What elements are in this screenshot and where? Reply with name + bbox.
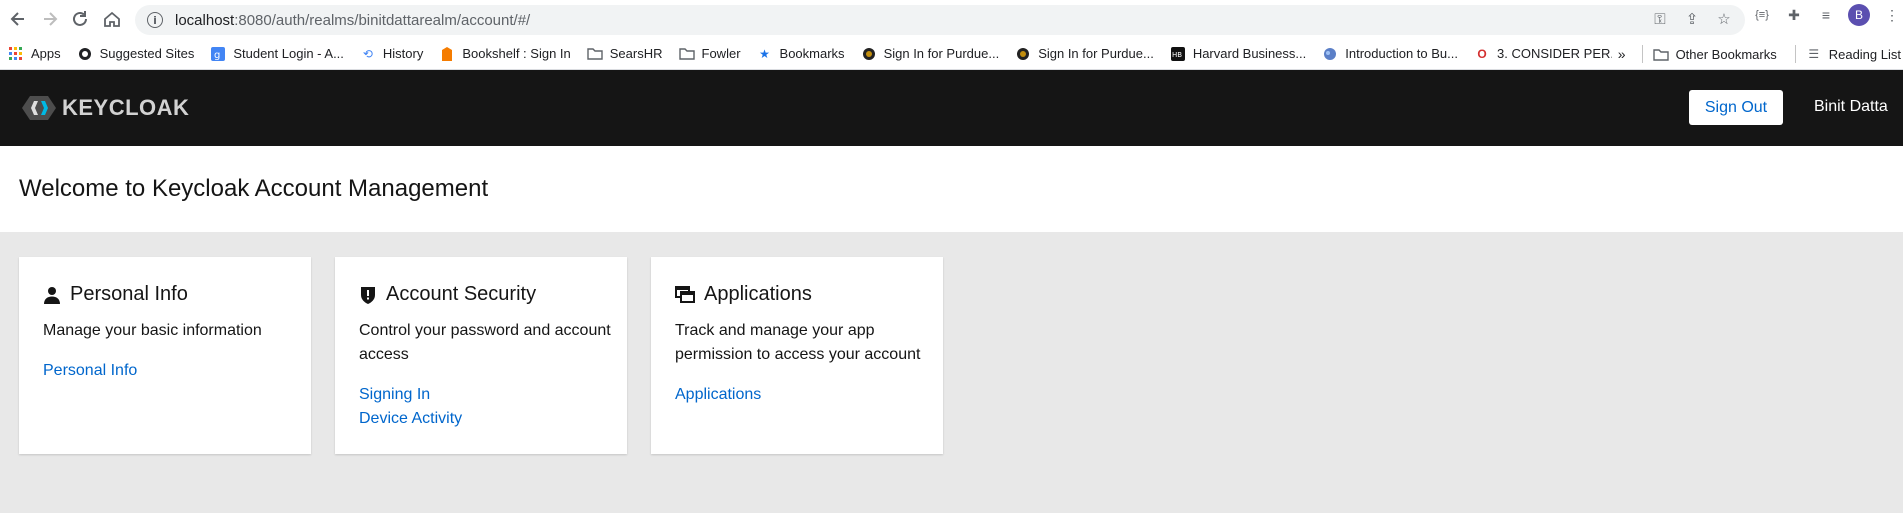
globe-icon [1322, 46, 1338, 62]
browser-toolbar: i localhost:8080/auth/realms/binitdattar… [0, 0, 1903, 38]
extension-json-icon[interactable]: {≡} [1752, 9, 1772, 21]
bookmark-item[interactable]: Introduction to Bu... [1322, 46, 1458, 62]
google-icon: g [210, 46, 226, 62]
bookmark-label: Introduction to Bu... [1345, 46, 1458, 61]
logo-text: KEYCLOAK [62, 95, 190, 120]
applications-link[interactable]: Applications [675, 383, 761, 407]
home-icon[interactable] [98, 5, 126, 33]
keycloak-logo[interactable]: KEYCLOAK [22, 95, 190, 120]
card-applications: Applications Track and manage your app p… [651, 257, 943, 454]
bookmark-item[interactable]: Bookshelf : Sign In [439, 46, 571, 62]
bookmarks-overflow-button[interactable]: » [1618, 46, 1626, 62]
reading-list[interactable]: ☰ Reading List [1806, 46, 1901, 62]
bookmark-label: Sign In for Purdue... [883, 46, 1000, 61]
o-icon: O [1477, 46, 1487, 61]
bookmark-item[interactable]: Fowler [678, 46, 741, 62]
folder-icon [587, 46, 603, 62]
address-bar[interactable]: i localhost:8080/auth/realms/binitdattar… [135, 5, 1745, 35]
bookmark-label: Fowler [701, 46, 741, 61]
bookmark-item[interactable]: Apps [8, 46, 61, 62]
purdue-icon [1015, 46, 1031, 62]
card-title: Applications [704, 283, 812, 305]
other-bookmarks[interactable]: Other Bookmarks [1652, 46, 1777, 62]
svg-text:HB: HB [1172, 51, 1182, 59]
site-info-icon[interactable]: i [147, 12, 163, 28]
bookmarks-separator [1641, 45, 1643, 63]
key-icon[interactable]: ⚿ [1651, 11, 1669, 28]
star-icon: ★ [759, 46, 770, 61]
reading-list-icon: ☰ [1808, 47, 1820, 61]
card-personal-info: Personal Info Manage your basic informat… [19, 257, 311, 454]
share-icon[interactable]: ⇪ [1683, 10, 1701, 28]
device-activity-link[interactable]: Device Activity [359, 407, 462, 431]
history-icon: ⟲ [362, 46, 373, 61]
sign-out-button[interactable]: Sign Out [1689, 90, 1783, 125]
bookshelf-icon [439, 46, 455, 62]
bookmark-item[interactable]: Sign In for Purdue... [1015, 46, 1154, 62]
media-queue-icon[interactable]: ≡ [1816, 7, 1836, 23]
bookmark-label: Suggested Sites [99, 46, 195, 61]
globe-icon [77, 46, 93, 62]
bookmark-label: Bookshelf : Sign In [462, 46, 571, 61]
card-description: Manage your basic information [43, 322, 262, 339]
card-description: Control your password and account access [359, 322, 611, 363]
app-header: KEYCLOAK Sign Out Binit Datta [0, 70, 1903, 146]
url-text: localhost:8080/auth/realms/binitdattarea… [175, 11, 531, 29]
other-bookmarks-label: Other Bookmarks [1675, 46, 1777, 62]
reading-list-label: Reading List [1828, 46, 1901, 62]
bookmarks-separator [1794, 45, 1796, 63]
bookmark-label: Apps [31, 46, 61, 61]
card-title: Personal Info [70, 283, 188, 305]
bookmarks-bar: Apps Suggested Sites g Student Login - A… [0, 38, 1903, 70]
bookmark-item[interactable]: Sign In for Purdue... [861, 46, 1000, 62]
bookmark-label: History [382, 46, 424, 61]
bookmark-item[interactable]: HB Harvard Business... [1170, 46, 1306, 62]
keycloak-logo-icon [22, 96, 56, 120]
bookmark-label: 3. CONSIDER PER... [1496, 46, 1622, 61]
title-section: Welcome to Keycloak Account Management [0, 146, 1903, 232]
username: Binit Datta [1814, 98, 1888, 115]
signing-in-link[interactable]: Signing In [359, 383, 462, 407]
svg-text:g: g [214, 50, 220, 61]
folder-icon [678, 46, 695, 62]
shield-icon [361, 286, 375, 304]
card-title: Account Security [386, 283, 537, 305]
hb-icon: HB [1170, 46, 1186, 62]
folder-icon [1652, 46, 1669, 62]
bookmark-label: Student Login - A... [233, 46, 344, 61]
applications-icon [675, 285, 695, 303]
star-icon[interactable]: ☆ [1715, 10, 1733, 28]
card-description: Track and manage your app permission to … [675, 322, 921, 363]
bookmark-item[interactable]: ★ Bookmarks [757, 46, 845, 62]
reload-icon[interactable] [66, 5, 94, 33]
puzzle-icon[interactable]: ✚ [1784, 7, 1804, 24]
bookmark-label: Sign In for Purdue... [1038, 46, 1154, 61]
bookmark-item[interactable]: g Student Login - A... [210, 46, 344, 62]
bookmark-item[interactable]: ⟲ History [360, 46, 423, 62]
profile-avatar[interactable]: B [1848, 4, 1870, 26]
back-icon[interactable] [4, 5, 32, 33]
bookmark-item[interactable]: SearsHR [587, 46, 663, 62]
bookmark-item[interactable]: O 3. CONSIDER PER... [1474, 46, 1621, 62]
bookmark-label: SearsHR [609, 46, 663, 61]
purdue-icon [861, 46, 877, 62]
apps-grid-icon [8, 46, 24, 62]
forward-icon[interactable] [36, 5, 64, 33]
bookmark-item[interactable]: Suggested Sites [77, 46, 195, 62]
bookmark-label: Bookmarks [779, 46, 845, 61]
menu-kebab-icon[interactable]: ⋮ [1882, 7, 1902, 24]
user-icon [44, 286, 60, 304]
card-account-security: Account Security Control your password a… [335, 257, 627, 454]
bookmark-label: Harvard Business... [1192, 46, 1307, 61]
personal-info-link[interactable]: Personal Info [43, 359, 137, 383]
page-title: Welcome to Keycloak Account Management [19, 175, 489, 202]
